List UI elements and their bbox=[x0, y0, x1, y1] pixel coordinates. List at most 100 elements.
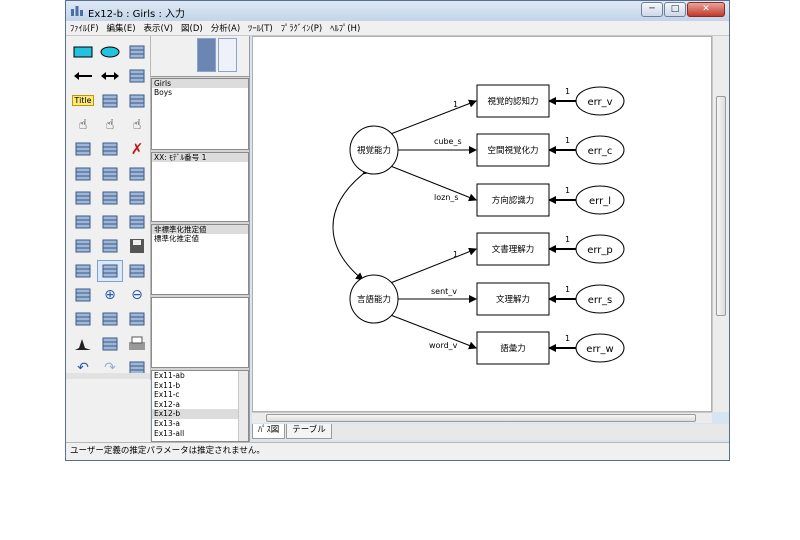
list-variables-dataset-icon[interactable] bbox=[124, 90, 150, 112]
double-arrow-tool-icon[interactable] bbox=[97, 65, 123, 87]
model-item[interactable]: XX: ﾓﾃﾞﾙ番号 1 bbox=[152, 153, 248, 162]
scroll-icon[interactable] bbox=[97, 187, 123, 209]
observed-label: 文書理解力 bbox=[492, 244, 535, 255]
canvas-vertical-scrollbar[interactable] bbox=[712, 36, 729, 412]
file-item[interactable]: Ex13-a bbox=[152, 419, 248, 429]
multiple-group-icon[interactable] bbox=[97, 333, 123, 355]
error-path-label: 1 bbox=[565, 334, 570, 343]
path-arrow bbox=[387, 164, 477, 202]
zoom-in-area-icon[interactable] bbox=[70, 284, 96, 306]
toolbox-scrollbar[interactable] bbox=[66, 373, 150, 379]
input-view-icon[interactable] bbox=[197, 38, 216, 72]
file-item[interactable]: Ex12-a bbox=[152, 400, 248, 410]
observed-label: 空間視覚化力 bbox=[487, 145, 538, 156]
amos-app-icon bbox=[71, 6, 83, 16]
output-view-icon[interactable] bbox=[218, 38, 237, 72]
print-icon[interactable] bbox=[124, 333, 150, 355]
models-panel: XX: ﾓﾃﾞﾙ番号 1 bbox=[151, 152, 249, 222]
file-item[interactable]: Ex11-c bbox=[152, 390, 248, 400]
fit-to-page-icon[interactable] bbox=[97, 308, 123, 330]
file-item[interactable]: Ex12-b bbox=[152, 409, 248, 419]
vertical-scroll-thumb[interactable] bbox=[716, 96, 726, 316]
path-label: sent_v bbox=[431, 287, 457, 296]
menu-plugins[interactable]: ﾌﾟﾗｸﾞｲﾝ(P) bbox=[277, 22, 327, 34]
error-label: err_c bbox=[588, 146, 613, 157]
close-button[interactable]: ✕ bbox=[687, 2, 725, 17]
touch-up-icon[interactable] bbox=[124, 187, 150, 209]
path-arrow bbox=[387, 247, 477, 285]
zoom-page-icon[interactable] bbox=[70, 308, 96, 330]
menu-analyze[interactable]: 分析(A) bbox=[207, 22, 244, 34]
move-parameter-icon[interactable] bbox=[70, 187, 96, 209]
data-file-icon[interactable] bbox=[70, 211, 96, 233]
menu-diagram[interactable]: 図(D) bbox=[177, 22, 207, 34]
list-variables-model-icon[interactable] bbox=[97, 90, 123, 112]
canvas-horizontal-scrollbar[interactable] bbox=[252, 412, 712, 423]
zoom-out-icon[interactable]: ⊖ bbox=[124, 284, 150, 306]
title-tool-icon[interactable]: Title bbox=[70, 90, 96, 112]
file-item[interactable]: Ex11-ab bbox=[152, 371, 248, 381]
observed-label: 文理解力 bbox=[496, 294, 530, 305]
error-path-label: 1 bbox=[565, 87, 570, 96]
menu-edit[interactable]: 編集(E) bbox=[103, 22, 140, 34]
deselect-all-hand-icon[interactable]: ☝ bbox=[124, 114, 150, 136]
select-all-hand-icon[interactable]: ☝ bbox=[97, 114, 123, 136]
analysis-properties-icon[interactable] bbox=[97, 211, 123, 233]
single-arrow-tool-icon[interactable] bbox=[70, 65, 96, 87]
menu-help[interactable]: ﾍﾙﾌﾟ(H) bbox=[326, 22, 364, 34]
zoom-in-icon[interactable]: ⊕ bbox=[97, 284, 123, 306]
path-diagram: 視覚能力 言語能力 視覚的認知力 空間視覚化力 方向認識力 文書理解力 文理解力… bbox=[332, 84, 625, 365]
path-arrow bbox=[387, 99, 477, 136]
rectangle-tool-icon[interactable] bbox=[70, 41, 96, 63]
error-label: err_v bbox=[587, 97, 612, 108]
menu-view[interactable]: 表示(V) bbox=[140, 22, 177, 34]
preserve-symmetry-icon[interactable] bbox=[124, 260, 150, 282]
select-one-hand-icon[interactable]: ☝ bbox=[70, 114, 96, 136]
covariance-arrow bbox=[332, 166, 371, 281]
shape-change-icon[interactable] bbox=[70, 163, 96, 185]
loupe-icon[interactable] bbox=[124, 308, 150, 330]
path-diagram-canvas[interactable]: 視覚能力 言語能力 視覚的認知力 空間視覚化力 方向認識力 文書理解力 文理解力… bbox=[252, 36, 712, 412]
reflect-icon[interactable] bbox=[124, 163, 150, 185]
path-label: lozn_s bbox=[434, 193, 459, 202]
format-item[interactable]: 標準化推定値 bbox=[152, 234, 248, 243]
calculate-estimates-icon[interactable] bbox=[124, 211, 150, 233]
error-label: err_l bbox=[589, 196, 611, 207]
unique-variable-tool-icon[interactable] bbox=[124, 65, 150, 87]
indicator-tool-icon[interactable] bbox=[124, 41, 150, 63]
ellipse-tool-icon[interactable] bbox=[97, 41, 123, 63]
duplicate-truck-icon[interactable] bbox=[70, 138, 96, 160]
files-list-scrollbar[interactable] bbox=[238, 371, 248, 441]
toolbox: Title ☝ ☝ ☝ ✗ ⊕ ⊖ ↶ ↷ bbox=[66, 36, 151, 380]
status-bar: ユーザー定義の推定パラメータは推定されません。 bbox=[66, 442, 729, 460]
computation-summary-panel bbox=[151, 297, 249, 368]
error-label: err_w bbox=[586, 344, 613, 355]
file-item[interactable]: Ex13-all bbox=[152, 429, 248, 439]
drag-properties-icon[interactable] bbox=[97, 259, 123, 282]
move-truck-icon[interactable] bbox=[97, 138, 123, 160]
format-item[interactable]: 非標準化推定値 bbox=[152, 225, 248, 234]
erase-icon[interactable]: ✗ bbox=[124, 138, 150, 160]
bayesian-icon[interactable] bbox=[70, 333, 96, 355]
minimize-button[interactable]: ─ bbox=[641, 2, 663, 17]
menu-file[interactable]: ﾌｧｲﾙ(F) bbox=[66, 22, 103, 34]
tab-path-diagram[interactable]: ﾊﾟｽ図 bbox=[252, 424, 286, 439]
tab-tables[interactable]: テーブル bbox=[286, 424, 332, 439]
rotate-icon[interactable] bbox=[97, 163, 123, 185]
horizontal-scroll-thumb[interactable] bbox=[266, 414, 696, 422]
maximize-button[interactable]: □ bbox=[664, 2, 686, 17]
file-item[interactable]: Ex11-b bbox=[152, 381, 248, 391]
group-item[interactable]: Boys bbox=[152, 88, 248, 97]
object-properties-icon[interactable] bbox=[70, 260, 96, 282]
error-label: err_p bbox=[587, 245, 613, 256]
copy-to-clipboard-icon[interactable] bbox=[70, 235, 96, 257]
path-label: word_v bbox=[429, 341, 458, 350]
latent-label-visual: 視覚能力 bbox=[357, 145, 391, 156]
path-label: 1 bbox=[453, 100, 458, 109]
menu-tools[interactable]: ﾂｰﾙ(T) bbox=[244, 22, 277, 34]
error-path-label: 1 bbox=[565, 285, 570, 294]
text-output-icon[interactable] bbox=[97, 235, 123, 257]
error-path-label: 1 bbox=[565, 235, 570, 244]
save-diagram-icon[interactable] bbox=[124, 235, 150, 257]
group-item[interactable]: Girls bbox=[152, 79, 248, 88]
